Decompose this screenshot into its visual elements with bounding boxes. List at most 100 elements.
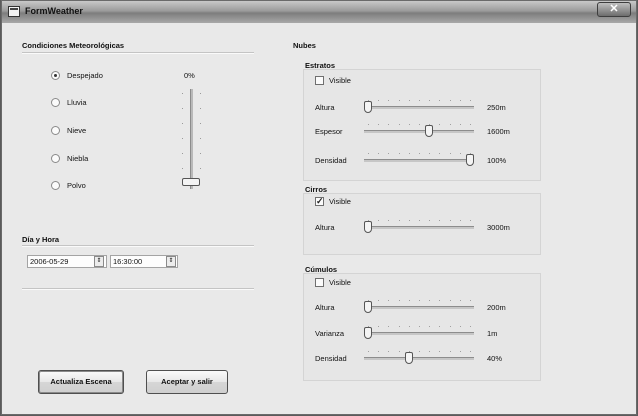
close-button[interactable]: ✕ (597, 2, 631, 17)
conditions-group-title: Condiciones Meteorológicas (22, 41, 125, 50)
slider-tick (450, 351, 451, 352)
slider-tick (378, 326, 379, 327)
estratos-espesor-value: 1600m (487, 127, 510, 136)
checkbox-label: Visible (329, 76, 351, 85)
slider-tick (439, 351, 440, 352)
slider-tick (429, 153, 430, 154)
slider-thumb[interactable] (364, 301, 372, 313)
slider-tick (429, 300, 430, 301)
slider-tick (409, 100, 410, 101)
slider-tick (470, 326, 471, 327)
slider-tick (388, 220, 389, 221)
slider-tick (439, 100, 440, 101)
client-area: Condiciones Meteorológicas Despejado Llu… (2, 23, 636, 414)
title-bar[interactable]: FormWeather ✕ (2, 1, 636, 24)
slider-thumb[interactable] (364, 101, 372, 113)
slider-tick (450, 300, 451, 301)
slider-tick (419, 300, 420, 301)
radio-label: Polvo (67, 181, 86, 190)
radio-label: Nieve (67, 126, 87, 135)
slider-thumb[interactable] (466, 154, 474, 166)
checkbox-box[interactable] (315, 278, 324, 287)
estratos-altura-value: 250m (487, 103, 506, 112)
date-spin-button[interactable]: ⇕ (94, 256, 104, 267)
slider-tick (439, 220, 440, 221)
datetime-group-title: Día y Hora (22, 235, 60, 244)
slider-track[interactable] (364, 306, 474, 309)
slider-tick (470, 220, 471, 221)
slider-tick (409, 153, 410, 154)
slider-tick (470, 124, 471, 125)
cirros-altura-slider[interactable] (364, 219, 474, 235)
slider-tick (460, 300, 461, 301)
slider-tick (399, 220, 400, 221)
slider-track[interactable] (364, 226, 474, 229)
radio-button[interactable] (51, 126, 60, 135)
cumulos-densidad-label: Densidad (315, 354, 347, 363)
time-value: 16:30:00 (113, 257, 143, 266)
slider-track[interactable] (364, 106, 474, 109)
slider-tick (419, 124, 420, 125)
app-icon (8, 6, 20, 17)
slider-tick (460, 351, 461, 352)
radio-label: Lluvia (67, 98, 87, 107)
cumulos-densidad-slider[interactable] (364, 350, 474, 366)
checkbox-box[interactable]: ✓ (315, 197, 324, 206)
slider-tick (409, 124, 410, 125)
cumulos-altura-value: 200m (487, 303, 506, 312)
slider-tick (460, 124, 461, 125)
estratos-altura-label: Altura (315, 103, 335, 112)
slider-tick (368, 124, 369, 125)
slider-thumb[interactable] (364, 221, 372, 233)
slider-tick (460, 100, 461, 101)
radio-button[interactable] (51, 154, 60, 163)
slider-tick (470, 300, 471, 301)
radio-button[interactable] (51, 98, 60, 107)
form-weather-window: FormWeather ✕ Condiciones Meteorológicas… (1, 0, 637, 415)
slider-track[interactable] (364, 332, 474, 335)
radio-button[interactable] (51, 181, 60, 190)
time-spin-button[interactable]: ⇕ (166, 256, 176, 267)
slider-tick (460, 153, 461, 154)
update-scene-button[interactable]: Actualiza Escena (38, 370, 124, 394)
checkbox-box[interactable] (315, 76, 324, 85)
slider-tick (378, 153, 379, 154)
slider-tick (388, 124, 389, 125)
slider-tick (470, 351, 471, 352)
slider-tick (439, 326, 440, 327)
slider-tick (399, 124, 400, 125)
slider-tick (429, 326, 430, 327)
slider-tick (378, 220, 379, 221)
slider-track[interactable] (364, 159, 474, 162)
cumulos-varianza-slider[interactable] (364, 325, 474, 341)
slider-track[interactable] (364, 130, 474, 133)
slider-tick (388, 326, 389, 327)
slider-tick (460, 326, 461, 327)
slider-tick (409, 326, 410, 327)
radio-button[interactable] (51, 71, 60, 80)
slider-track[interactable] (364, 357, 474, 360)
slider-thumb[interactable] (364, 327, 372, 339)
estratos-altura-slider[interactable] (364, 99, 474, 115)
slider-tick (368, 351, 369, 352)
intensity-slider-track[interactable] (190, 89, 193, 189)
slider-thumb[interactable] (425, 125, 433, 137)
slider-tick (439, 153, 440, 154)
slider-tick (419, 326, 420, 327)
slider-tick (429, 351, 430, 352)
slider-thumb[interactable] (405, 352, 413, 364)
slider-tick (409, 300, 410, 301)
slider-tick (388, 300, 389, 301)
slider-tick (429, 100, 430, 101)
estratos-espesor-slider[interactable] (364, 123, 474, 139)
cumulos-altura-slider[interactable] (364, 299, 474, 315)
slider-tick (388, 351, 389, 352)
slider-tick (399, 300, 400, 301)
accept-exit-button[interactable]: Aceptar y salir (146, 370, 228, 394)
checkbox-label: Visible (329, 197, 351, 206)
datetime-separator (22, 245, 254, 247)
cirros-altura-value: 3000m (487, 223, 510, 232)
intensity-slider-thumb[interactable] (182, 178, 200, 186)
slider-tick (450, 220, 451, 221)
estratos-densidad-slider[interactable] (364, 152, 474, 168)
